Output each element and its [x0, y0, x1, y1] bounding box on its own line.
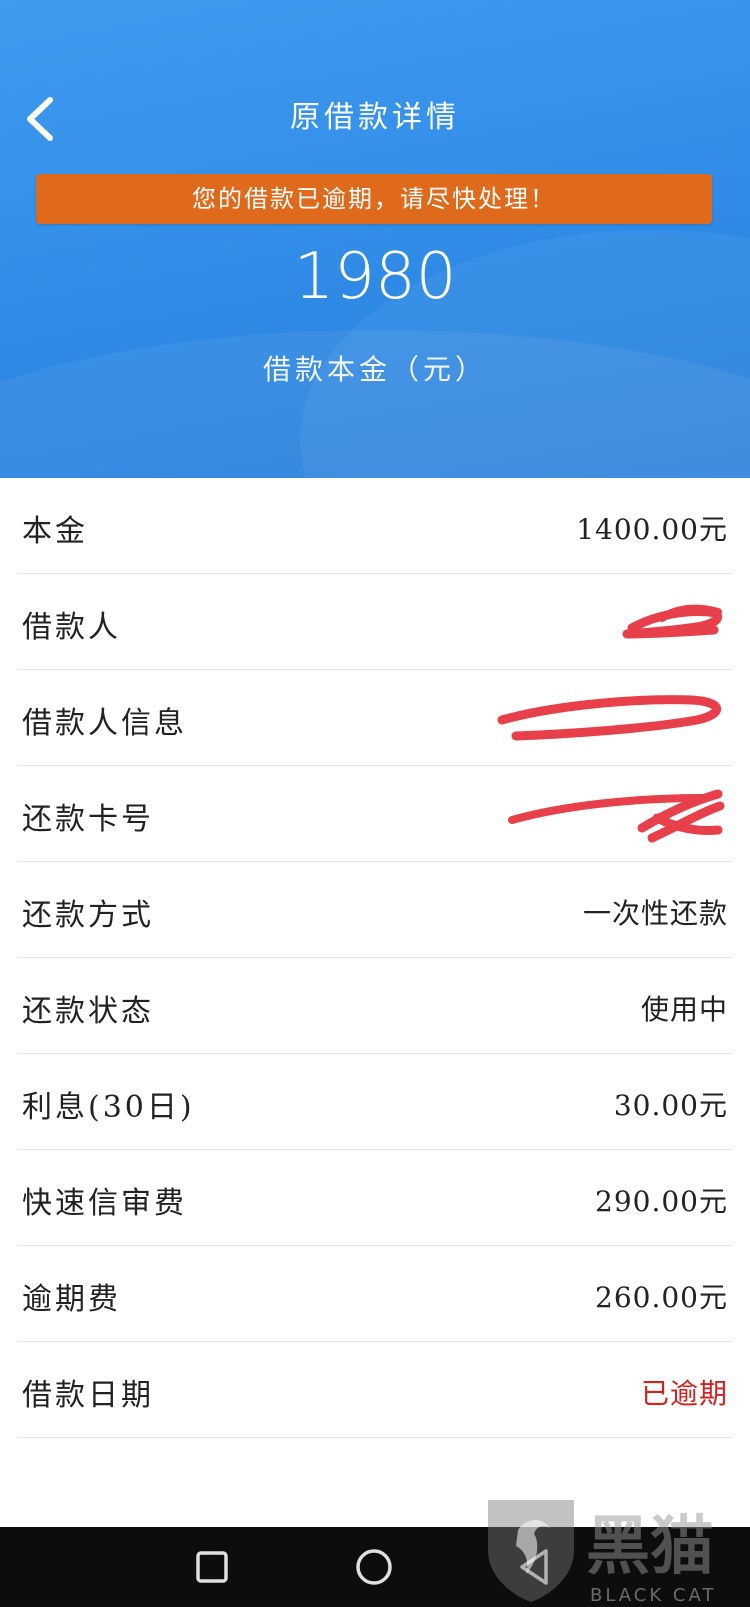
watermark-text: 黑猫	[586, 1510, 714, 1584]
header: 原借款详情 您的借款已逾期，请尽快处理！ 1980 借款本金（元）	[0, 0, 750, 478]
detail-label: 还款状态	[22, 994, 154, 1029]
detail-row-repayment-method: 还款方式 一次性还款	[18, 862, 732, 958]
detail-label: 借款人	[22, 610, 121, 645]
home-button[interactable]	[352, 1545, 396, 1589]
loan-detail-list: 本金 1400.00元 借款人 借款人信息 还款卡号 还款方式 一次性还款 还款…	[18, 478, 732, 1438]
detail-row-repayment-status: 还款状态 使用中	[18, 958, 732, 1054]
recent-apps-button[interactable]	[190, 1545, 234, 1589]
redaction-scribble	[622, 604, 722, 639]
detail-value: 一次性还款	[582, 897, 728, 930]
detail-row-review-fee: 快速信审费 290.00元	[18, 1150, 732, 1246]
detail-row-overdue-fee: 逾期费 260.00元	[18, 1246, 732, 1342]
overdue-status-value: 已逾期	[640, 1377, 728, 1410]
watermark-subtext: BLACK CAT	[590, 1585, 717, 1606]
detail-row-borrower-info: 借款人信息	[18, 670, 732, 766]
loan-amount: 1980	[293, 240, 457, 314]
detail-label: 逾期费	[22, 1282, 121, 1317]
detail-row-borrower: 借款人	[18, 574, 732, 670]
detail-value: 30.00元	[613, 1089, 728, 1122]
detail-label: 借款日期	[22, 1378, 154, 1413]
detail-label: 本金	[22, 514, 88, 549]
detail-row-loan-date: 借款日期 已逾期	[18, 1342, 732, 1438]
detail-label: 快速信审费	[22, 1186, 187, 1221]
redaction-scribble	[508, 789, 725, 843]
detail-label: 借款人信息	[22, 706, 187, 741]
detail-value: 260.00元	[595, 1281, 728, 1314]
detail-label: 还款卡号	[22, 802, 154, 837]
circle-icon	[356, 1549, 392, 1585]
detail-row-repayment-card: 还款卡号	[18, 766, 732, 862]
overdue-alert-banner: 您的借款已逾期，请尽快处理！	[36, 174, 712, 224]
detail-value: 使用中	[640, 993, 728, 1026]
detail-value: 1400.00元	[576, 513, 728, 546]
detail-value: 290.00元	[595, 1185, 728, 1218]
square-icon	[196, 1551, 228, 1583]
detail-row-principal: 本金 1400.00元	[18, 478, 732, 574]
detail-row-interest: 利息(30日) 30.00元	[18, 1054, 732, 1150]
redaction-scribble	[497, 695, 722, 741]
detail-label: 利息(30日)	[22, 1090, 195, 1125]
page-title: 原借款详情	[290, 100, 460, 135]
loan-amount-label: 借款本金（元）	[262, 353, 487, 386]
detail-label: 还款方式	[22, 898, 154, 933]
